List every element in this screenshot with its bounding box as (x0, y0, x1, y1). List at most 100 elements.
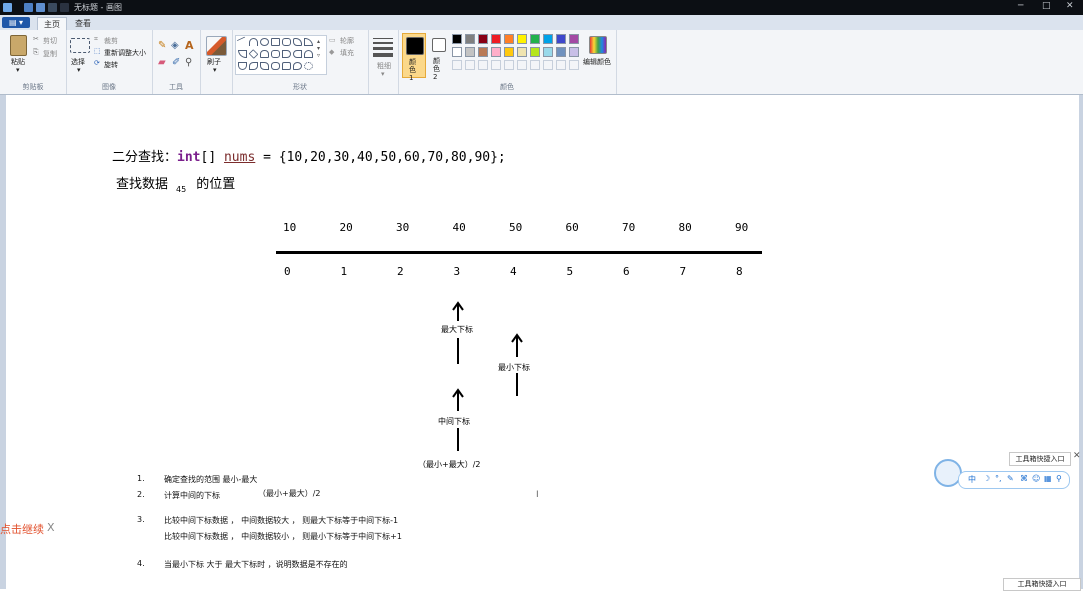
maximize-button[interactable]: □ (1042, 1, 1051, 11)
palette-swatch[interactable] (465, 47, 475, 57)
custom-color-slot[interactable] (543, 60, 553, 70)
four-point-star-shape-icon[interactable] (249, 62, 258, 70)
palette-swatch[interactable] (569, 47, 579, 57)
tab-home[interactable]: 主页 (37, 17, 67, 31)
resize-button[interactable]: 重新调整大小 (104, 48, 146, 58)
custom-color-slot[interactable] (569, 60, 579, 70)
paste-dropdown-icon[interactable]: ▾ (16, 66, 20, 74)
rounded-rectangle-shape-icon[interactable] (282, 38, 291, 46)
fill-icon[interactable]: ◆ (329, 48, 334, 56)
color2-button[interactable]: 颜色 2 (429, 33, 451, 81)
palette-swatch[interactable] (530, 34, 540, 44)
outline-button[interactable]: 轮廓 (340, 36, 354, 46)
palette-swatch[interactable] (491, 34, 501, 44)
palette-swatch[interactable] (556, 47, 566, 57)
callout-cloud-shape-icon[interactable] (304, 62, 313, 70)
up-arrow-shape-icon[interactable] (304, 50, 313, 58)
palette-swatch[interactable] (517, 47, 527, 57)
five-point-star-shape-icon[interactable] (260, 62, 269, 70)
crop-icon[interactable]: ⌗ (94, 35, 98, 44)
color1-button[interactable]: 颜色 1 (402, 33, 426, 82)
size-dropdown-icon[interactable]: ▾ (381, 70, 385, 78)
palette-swatch[interactable] (478, 47, 488, 57)
cut-button[interactable]: 剪切 (43, 36, 57, 46)
palette-swatch[interactable] (452, 34, 462, 44)
custom-color-slot[interactable] (478, 60, 488, 70)
brush-icon[interactable] (206, 36, 227, 56)
rectangle-shape-icon[interactable] (271, 38, 280, 46)
pencil-icon[interactable]: ✎ (158, 40, 166, 51)
ime-emoji-icon[interactable]: ☺ (1032, 474, 1040, 483)
custom-color-slot[interactable] (530, 60, 540, 70)
continue-close-button[interactable]: X (47, 521, 55, 534)
copy-button[interactable]: 复制 (43, 49, 57, 59)
select-dropdown-icon[interactable]: ▾ (77, 66, 81, 74)
right-arrow-shape-icon[interactable] (282, 50, 291, 58)
paste-icon[interactable] (10, 35, 27, 56)
paint-menu-button[interactable]: ▤ ▾ (2, 17, 30, 28)
ime-toolbox-tooltip[interactable]: 工具箱快捷入口 (1009, 452, 1071, 466)
line-size-icon[interactable] (373, 38, 393, 57)
palette-swatch[interactable] (543, 47, 553, 57)
copy-icon[interactable]: ⎘ (33, 48, 39, 57)
ime-pen-icon[interactable]: ✎ (1007, 474, 1014, 483)
fill-button[interactable]: 填充 (340, 48, 354, 58)
undo-icon[interactable] (36, 3, 45, 12)
magnifier-icon[interactable]: ⚲ (185, 57, 192, 68)
custom-color-slot[interactable] (504, 60, 514, 70)
down-arrow-shape-icon[interactable] (238, 62, 247, 70)
palette-swatch[interactable] (569, 34, 579, 44)
left-arrow-shape-icon[interactable] (293, 50, 302, 58)
custom-color-slot[interactable] (452, 60, 462, 70)
custom-color-slot[interactable] (465, 60, 475, 70)
ime-chinese-mode-icon[interactable]: 中 (968, 474, 976, 485)
ime-tooltip-close-button[interactable]: ✕ (1073, 451, 1081, 461)
ime-tools-icon[interactable]: ⚲ (1056, 474, 1062, 483)
palette-swatch[interactable] (504, 34, 514, 44)
ime-punctuation-icon[interactable]: °, (995, 474, 1002, 483)
eraser-icon[interactable]: ▰ (158, 57, 166, 68)
save-icon[interactable] (24, 3, 33, 12)
diamond-shape-icon[interactable] (248, 49, 259, 59)
palette-swatch[interactable] (452, 47, 462, 57)
six-point-star-shape-icon[interactable] (271, 62, 280, 70)
tab-view[interactable]: 查看 (69, 17, 97, 30)
callout-oval-shape-icon[interactable] (293, 62, 302, 70)
paint-app-icon[interactable] (3, 3, 12, 12)
outline-icon[interactable]: ▭ (329, 36, 336, 44)
crop-button[interactable]: 裁剪 (104, 36, 118, 46)
ime-skin-icon[interactable]: ▦ (1044, 474, 1052, 483)
color-picker-icon[interactable]: ✐ (172, 57, 180, 68)
resize-icon[interactable]: ⬚ (94, 47, 101, 55)
palette-swatch[interactable] (478, 34, 488, 44)
select-icon[interactable] (70, 38, 90, 53)
custom-color-slot[interactable] (491, 60, 501, 70)
minimize-button[interactable]: ─ (1018, 1, 1023, 11)
continue-link[interactable]: 点击继续 (0, 521, 44, 537)
cut-icon[interactable]: ✂ (33, 35, 39, 43)
ime-toolbar[interactable]: 中 ☽ °, ✎ ⌘ ☺ ▦ ⚲ (958, 471, 1070, 489)
brushes-dropdown-icon[interactable]: ▾ (213, 66, 217, 74)
fill-bucket-icon[interactable]: ◈ (171, 40, 179, 51)
palette-swatch[interactable] (465, 34, 475, 44)
shape-gallery-scroll-icon[interactable]: ▴ ▾ ▿ (317, 38, 320, 59)
ime-halfwidth-icon[interactable]: ☽ (983, 474, 990, 483)
callout-rectangle-shape-icon[interactable] (282, 62, 291, 70)
triangle-shape-icon[interactable] (304, 38, 313, 46)
palette-swatch[interactable] (543, 34, 553, 44)
palette-swatch[interactable] (556, 34, 566, 44)
palette-swatch[interactable] (491, 47, 501, 57)
bottom-toolbox-tooltip[interactable]: 工具箱快捷入口 (1003, 578, 1081, 591)
oval-shape-icon[interactable] (260, 38, 269, 46)
edit-colors-button[interactable]: 编辑颜色 (583, 57, 611, 67)
custom-color-slot[interactable] (556, 60, 566, 70)
polygon-shape-icon[interactable] (293, 38, 302, 46)
palette-swatch[interactable] (504, 47, 514, 57)
close-button[interactable]: ✕ (1066, 1, 1074, 11)
ime-keyboard-icon[interactable]: ⌘ (1020, 474, 1028, 483)
rotate-icon[interactable]: ⟳ (94, 59, 100, 67)
text-tool-icon[interactable]: A (185, 39, 194, 52)
pentagon-shape-icon[interactable] (260, 50, 269, 58)
edit-colors-icon[interactable] (589, 36, 607, 54)
shape-gallery[interactable]: ▴ ▾ ▿ (235, 35, 327, 75)
